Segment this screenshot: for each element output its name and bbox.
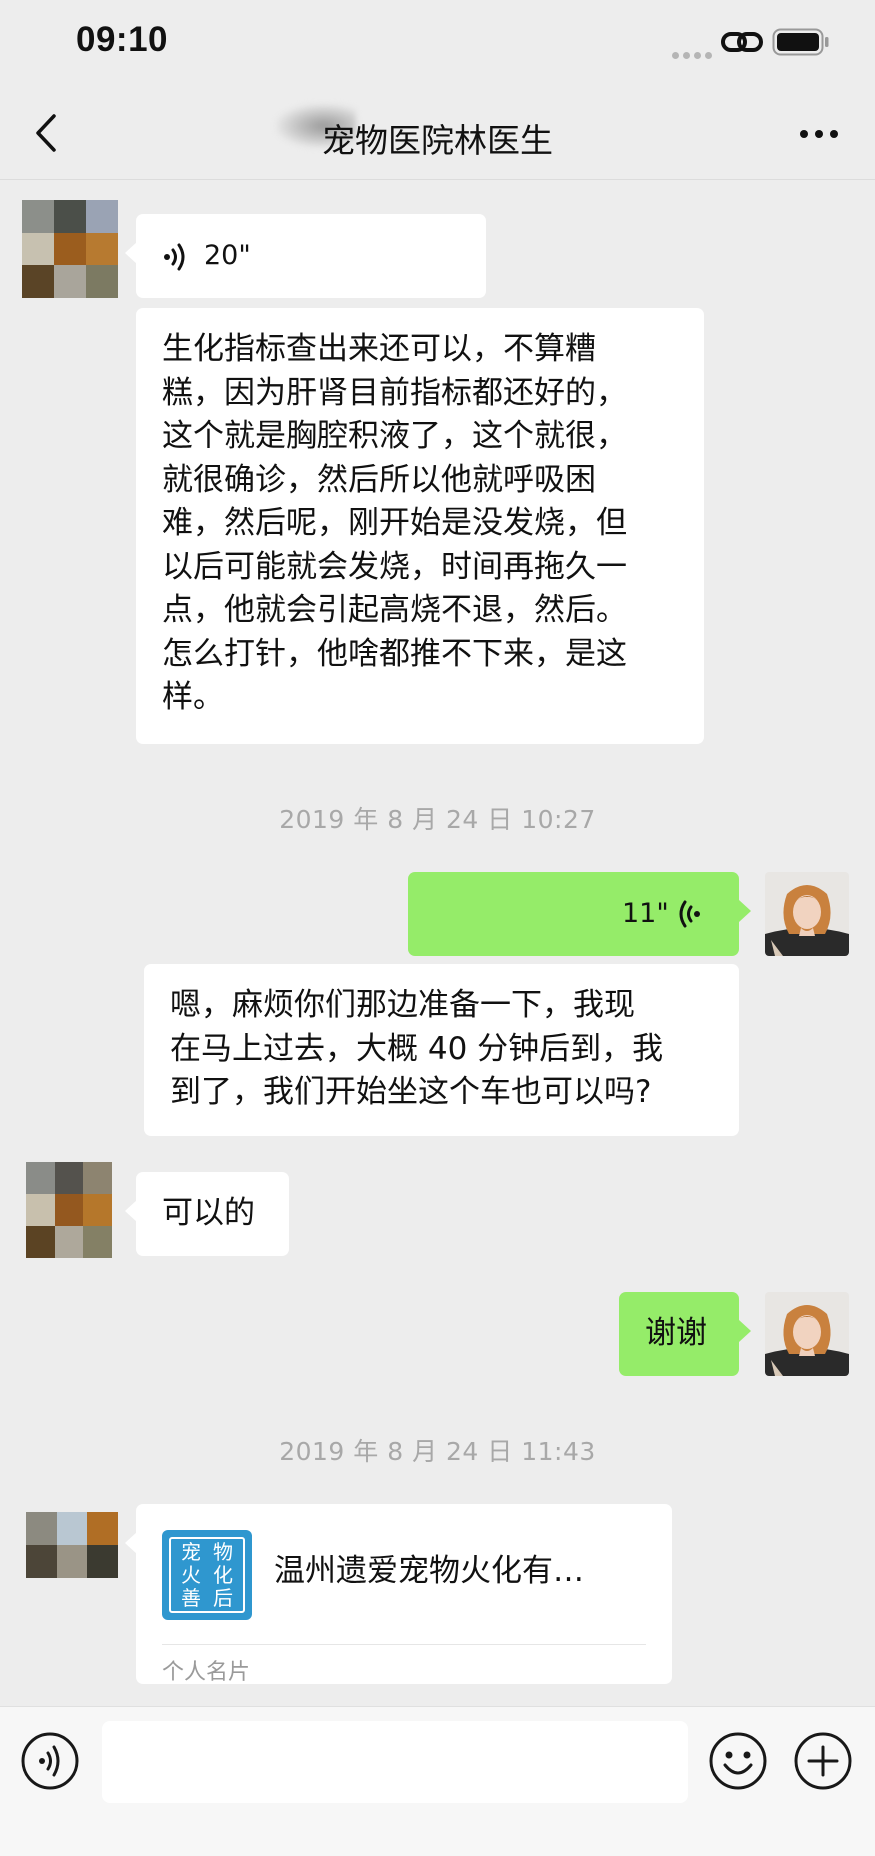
- input-bar: [0, 1706, 875, 1856]
- voice-message-bubble[interactable]: 11": [408, 872, 751, 956]
- message-line: 嗯，麻烦你们那边准备一下，我现: [170, 987, 635, 1023]
- logo-char: 火: [181, 1562, 201, 1587]
- plus-icon: [794, 1732, 852, 1790]
- message-line: 就很确诊，然后所以他就呼吸困: [162, 461, 596, 498]
- card-divider: [162, 1644, 646, 1645]
- logo-char: 化: [213, 1562, 233, 1587]
- contact-card-bubble[interactable]: 宠 物 火 化 善 后 温州遗爱宠物火化有… 个人名片: [125, 1504, 672, 1685]
- contact-avatar[interactable]: [22, 200, 118, 298]
- voice-duration: 20": [204, 240, 251, 271]
- link-icon: [721, 32, 763, 52]
- timestamp: 2019 年 8 月 24 日 10:27: [279, 805, 596, 834]
- timestamp: 2019 年 8 月 24 日 11:43: [279, 1437, 596, 1466]
- message-line: 生化指标查出来还可以，不算糟: [162, 331, 596, 367]
- battery-icon: [772, 28, 829, 56]
- my-avatar[interactable]: [765, 1292, 849, 1376]
- text-message-bubble[interactable]: 嗯，麻烦你们那边准备一下，我现 在马上过去，大概 40 分钟后到，我 到了，我们…: [144, 964, 739, 1136]
- more-functions-button[interactable]: [793, 1731, 853, 1791]
- message-line: 难，然后呢，刚开始是没发烧，但: [162, 505, 627, 541]
- voice-message-bubble[interactable]: 20": [125, 214, 486, 298]
- text-message-bubble[interactable]: 生化指标查出来还可以，不算糟 糕，因为肝肾目前指标都还好的， 这个就是胸腔积液了…: [136, 308, 704, 744]
- signal-dots-icon: [672, 44, 716, 63]
- card-name: 温州遗爱宠物火化有…: [274, 1553, 584, 1589]
- chat-header: 宠物医院林医生: [0, 86, 875, 180]
- logo-char: 后: [213, 1585, 233, 1610]
- message-input[interactable]: [102, 1721, 688, 1803]
- card-logo: 宠 物 火 化 善 后: [162, 1530, 252, 1620]
- text-message-bubble[interactable]: 谢谢: [619, 1292, 751, 1376]
- emoji-icon: [709, 1732, 767, 1790]
- contact-avatar[interactable]: [26, 1512, 118, 1578]
- avatar-photo: [765, 872, 849, 956]
- message-line: 谢谢: [645, 1315, 707, 1351]
- logo-char: 物: [213, 1540, 233, 1565]
- message-line: 在马上过去，大概 40 分钟后到，我: [170, 1030, 664, 1067]
- text-message-bubble[interactable]: 可以的: [125, 1172, 289, 1256]
- avatar-photo: [765, 1292, 849, 1376]
- message-line: 点，他就会引起高烧不退，然后。: [162, 592, 627, 628]
- voice-duration: 11": [622, 898, 669, 929]
- chat-title: 宠物医院林医生: [322, 121, 553, 160]
- status-time: 09:10: [76, 20, 169, 59]
- voice-input-button[interactable]: [20, 1731, 80, 1791]
- message-line: 以后可能就会发烧，时间再拖久一: [162, 548, 627, 585]
- voice-wave-icon: [164, 243, 185, 271]
- message-line: 糕，因为肝肾目前指标都还好的，: [162, 374, 627, 411]
- voice-wave-icon: [679, 900, 700, 928]
- card-type-label: 个人名片: [162, 1660, 251, 1685]
- status-bar: 09:10: [0, 0, 875, 86]
- logo-char: 宠: [181, 1540, 201, 1565]
- message-line: 样。: [162, 679, 224, 715]
- more-button[interactable]: [798, 122, 840, 146]
- contact-avatar[interactable]: [26, 1162, 112, 1258]
- emoji-button[interactable]: [708, 1731, 768, 1791]
- my-avatar[interactable]: [765, 872, 849, 956]
- message-line: 这个就是胸腔积液了，这个就很，: [162, 418, 627, 454]
- message-line: 怎么打针，他啥都推不下来，是这: [162, 635, 627, 672]
- logo-char: 善: [181, 1585, 201, 1610]
- voice-input-icon: [39, 1745, 60, 1777]
- message-line: 可以的: [162, 1195, 255, 1231]
- more-dots-icon: [800, 130, 838, 138]
- message-line: 到了，我们开始坐这个车也可以吗?: [170, 1074, 652, 1110]
